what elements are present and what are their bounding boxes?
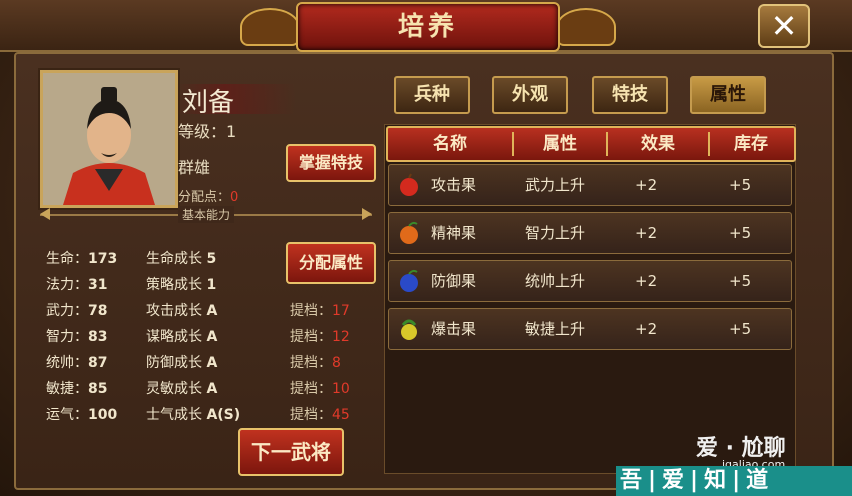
item-attr: 智力上升 bbox=[525, 224, 586, 242]
table-row[interactable]: 爆击果 敏捷上升 +2 +5 bbox=[388, 308, 792, 350]
item-effect: +2 bbox=[635, 272, 658, 290]
hero-name: 刘备 bbox=[182, 88, 235, 118]
item-attr: 统帅上升 bbox=[525, 272, 586, 290]
divider-arrow-right-icon bbox=[362, 208, 372, 220]
growth-morale: 士气成长 A(S) bbox=[146, 407, 241, 423]
tier-command: 提档：8 bbox=[290, 355, 341, 371]
stat-mp: 法力：31 bbox=[46, 277, 108, 293]
item-name: 精神果 bbox=[431, 224, 477, 242]
item-effect: +2 bbox=[635, 320, 658, 338]
alloc-points: 分配点：0 bbox=[178, 186, 238, 205]
item-attr: 武力上升 bbox=[525, 176, 586, 194]
item-stock: +5 bbox=[729, 176, 752, 194]
table-row[interactable]: 攻击果 武力上升 +2 +5 bbox=[388, 164, 792, 206]
tab-skills[interactable]: 特技 bbox=[592, 76, 668, 114]
divider-arrow-left-icon bbox=[40, 208, 50, 220]
header-stock: 库存 bbox=[734, 134, 768, 154]
growth-attack: 攻击成长 A bbox=[146, 303, 218, 319]
stat-force: 武力：78 bbox=[46, 303, 108, 319]
hero-level: 等级：1 bbox=[178, 122, 237, 141]
growth-hp: 生命成长 5 bbox=[146, 251, 217, 267]
tab-attributes[interactable]: 属性 bbox=[690, 76, 766, 114]
item-effect: +2 bbox=[635, 224, 658, 242]
close-button[interactable]: ✕ bbox=[758, 4, 810, 48]
growth-agility: 灵敏成长 A bbox=[146, 381, 218, 397]
alloc-points-value: 0 bbox=[230, 190, 239, 205]
table-header: 名称 属性 效果 库存 bbox=[386, 126, 796, 162]
growth-defense: 防御成长 A bbox=[146, 355, 218, 371]
alloc-attr-button[interactable]: 分配属性 bbox=[286, 242, 376, 284]
section-label: 基本能力 bbox=[178, 206, 235, 223]
next-hero-button[interactable]: 下一武将 bbox=[238, 428, 344, 476]
red-fruit-icon bbox=[400, 173, 418, 196]
header-attr: 属性 bbox=[543, 134, 577, 154]
tier-force: 提档：17 bbox=[290, 303, 350, 319]
tier-luck: 提档：45 bbox=[290, 407, 350, 423]
tier-agility: 提档：10 bbox=[290, 381, 350, 397]
hero-faction: 群雄 bbox=[178, 158, 211, 177]
stat-hp: 生命：173 bbox=[46, 251, 118, 267]
title-ornament-left bbox=[240, 8, 300, 46]
item-name: 爆击果 bbox=[431, 320, 477, 338]
hero-portrait bbox=[40, 70, 178, 208]
hero-portrait-image bbox=[43, 73, 175, 205]
tier-intellect: 提档：12 bbox=[290, 329, 350, 345]
stat-luck: 运气：100 bbox=[46, 407, 118, 423]
item-name: 防御果 bbox=[431, 272, 477, 290]
table-row[interactable]: 防御果 统帅上升 +2 +5 bbox=[388, 260, 792, 302]
title-ornament-right bbox=[556, 8, 616, 46]
window-title: 培养 bbox=[397, 12, 458, 42]
item-stock: +5 bbox=[729, 320, 752, 338]
header-effect: 效果 bbox=[641, 134, 675, 154]
growth-strategy: 策略成长 1 bbox=[146, 277, 217, 293]
item-attr: 敏捷上升 bbox=[525, 320, 586, 338]
item-effect: +2 bbox=[635, 176, 658, 194]
orange-fruit-icon bbox=[400, 221, 418, 244]
master-skill-button[interactable]: 掌握特技 bbox=[286, 144, 376, 182]
item-name: 攻击果 bbox=[431, 176, 477, 194]
alloc-points-label: 分配点： bbox=[178, 190, 231, 205]
stat-command: 统帅：87 bbox=[46, 355, 108, 371]
watermark-bar: 吾|爱|知|道 bbox=[616, 466, 852, 496]
yellow-fruit-icon bbox=[401, 319, 417, 340]
table-row[interactable]: 精神果 智力上升 +2 +5 bbox=[388, 212, 792, 254]
stat-intellect: 智力：83 bbox=[46, 329, 108, 345]
tab-appearance[interactable]: 外观 bbox=[492, 76, 568, 114]
header-name: 名称 bbox=[433, 134, 467, 154]
item-stock: +5 bbox=[729, 224, 752, 242]
stat-agility: 敏捷：85 bbox=[46, 381, 108, 397]
item-stock: +5 bbox=[729, 272, 752, 290]
growth-tactics: 谋略成长 A bbox=[146, 329, 218, 345]
blue-fruit-icon bbox=[400, 269, 418, 292]
title-plate: 培养 bbox=[296, 2, 560, 52]
tab-troops[interactable]: 兵种 bbox=[394, 76, 470, 114]
